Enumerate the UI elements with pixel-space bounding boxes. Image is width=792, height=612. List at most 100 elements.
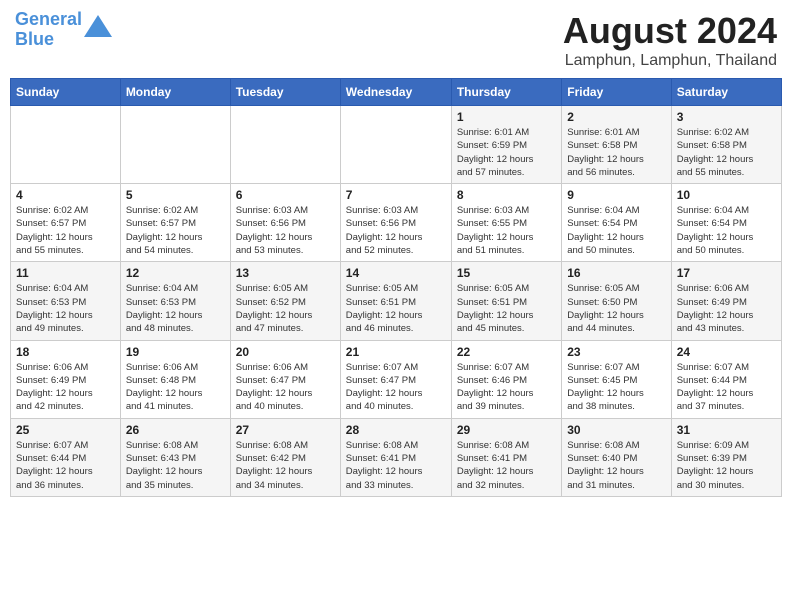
day-number: 19 <box>126 345 225 359</box>
day-number: 25 <box>16 423 115 437</box>
header-cell-thursday: Thursday <box>451 79 561 106</box>
day-info: Sunrise: 6:05 AM Sunset: 6:50 PM Dayligh… <box>567 282 665 335</box>
main-title: August 2024 <box>563 10 777 52</box>
day-info: Sunrise: 6:05 AM Sunset: 6:52 PM Dayligh… <box>236 282 335 335</box>
day-cell: 12 Sunrise: 6:04 AM Sunset: 6:53 PM Dayli… <box>120 262 230 340</box>
day-cell: 3Sunrise: 6:02 AM Sunset: 6:58 PM Daylig… <box>671 106 781 184</box>
day-number: 7 <box>346 188 446 202</box>
day-info: Sunrise: 6:01 AM Sunset: 6:59 PM Dayligh… <box>457 126 556 179</box>
day-info: Sunrise: 6:05 AM Sunset: 6:51 PM Dayligh… <box>346 282 446 335</box>
header-cell-wednesday: Wednesday <box>340 79 451 106</box>
day-cell: 7 Sunrise: 6:03 AM Sunset: 6:56 PM Daylig… <box>340 184 451 262</box>
day-number: 23 <box>567 345 665 359</box>
logo: GeneralBlue <box>15 10 112 50</box>
day-cell: 18 Sunrise: 6:06 AM Sunset: 6:49 PM Dayli… <box>11 340 121 418</box>
logo-icon <box>84 15 112 37</box>
day-number: 24 <box>677 345 776 359</box>
day-info: Sunrise: 6:06 AM Sunset: 6:47 PM Dayligh… <box>236 361 335 414</box>
header-cell-sunday: Sunday <box>11 79 121 106</box>
calendar-header: SundayMondayTuesdayWednesdayThursdayFrid… <box>11 79 782 106</box>
day-cell: 14 Sunrise: 6:05 AM Sunset: 6:51 PM Dayli… <box>340 262 451 340</box>
day-number: 30 <box>567 423 665 437</box>
day-info: Sunrise: 6:04 AM Sunset: 6:53 PM Dayligh… <box>16 282 115 335</box>
day-info: Sunrise: 6:07 AM Sunset: 6:44 PM Dayligh… <box>677 361 776 414</box>
day-number: 11 <box>16 266 115 280</box>
day-info: Sunrise: 6:04 AM Sunset: 6:53 PM Dayligh… <box>126 282 225 335</box>
day-info: Sunrise: 6:08 AM Sunset: 6:40 PM Dayligh… <box>567 439 665 492</box>
day-number: 31 <box>677 423 776 437</box>
calendar-table: SundayMondayTuesdayWednesdayThursdayFrid… <box>10 78 782 497</box>
day-cell: 5 Sunrise: 6:02 AM Sunset: 6:57 PM Daylig… <box>120 184 230 262</box>
week-row-4: 18 Sunrise: 6:06 AM Sunset: 6:49 PM Dayli… <box>11 340 782 418</box>
day-info: Sunrise: 6:06 AM Sunset: 6:49 PM Dayligh… <box>16 361 115 414</box>
day-info: Sunrise: 6:07 AM Sunset: 6:44 PM Dayligh… <box>16 439 115 492</box>
day-cell: 29 Sunrise: 6:08 AM Sunset: 6:41 PM Dayli… <box>451 418 561 496</box>
day-number: 5 <box>126 188 225 202</box>
day-number: 17 <box>677 266 776 280</box>
day-info: Sunrise: 6:07 AM Sunset: 6:46 PM Dayligh… <box>457 361 556 414</box>
day-cell: 31 Sunrise: 6:09 AM Sunset: 6:39 PM Dayli… <box>671 418 781 496</box>
day-info: Sunrise: 6:03 AM Sunset: 6:56 PM Dayligh… <box>236 204 335 257</box>
day-info: Sunrise: 6:01 AM Sunset: 6:58 PM Dayligh… <box>567 126 665 179</box>
header-cell-monday: Monday <box>120 79 230 106</box>
day-number: 4 <box>16 188 115 202</box>
day-info: Sunrise: 6:08 AM Sunset: 6:43 PM Dayligh… <box>126 439 225 492</box>
week-row-2: 4 Sunrise: 6:02 AM Sunset: 6:57 PM Daylig… <box>11 184 782 262</box>
day-number: 20 <box>236 345 335 359</box>
day-number: 6 <box>236 188 335 202</box>
day-number: 18 <box>16 345 115 359</box>
day-info: Sunrise: 6:08 AM Sunset: 6:41 PM Dayligh… <box>346 439 446 492</box>
day-number: 29 <box>457 423 556 437</box>
header-cell-tuesday: Tuesday <box>230 79 340 106</box>
day-info: Sunrise: 6:07 AM Sunset: 6:47 PM Dayligh… <box>346 361 446 414</box>
day-cell: 10 Sunrise: 6:04 AM Sunset: 6:54 PM Dayli… <box>671 184 781 262</box>
day-number: 28 <box>346 423 446 437</box>
day-info: Sunrise: 6:03 AM Sunset: 6:55 PM Dayligh… <box>457 204 556 257</box>
header-cell-friday: Friday <box>562 79 671 106</box>
day-cell <box>340 106 451 184</box>
day-cell: 26Sunrise: 6:08 AM Sunset: 6:43 PM Dayli… <box>120 418 230 496</box>
day-info: Sunrise: 6:09 AM Sunset: 6:39 PM Dayligh… <box>677 439 776 492</box>
logo-text: GeneralBlue <box>15 10 82 50</box>
day-cell: 30 Sunrise: 6:08 AM Sunset: 6:40 PM Dayli… <box>562 418 671 496</box>
week-row-5: 25 Sunrise: 6:07 AM Sunset: 6:44 PM Dayli… <box>11 418 782 496</box>
day-info: Sunrise: 6:03 AM Sunset: 6:56 PM Dayligh… <box>346 204 446 257</box>
day-number: 1 <box>457 110 556 124</box>
day-cell: 4Sunrise: 6:02 AM Sunset: 6:57 PM Daylig… <box>11 184 121 262</box>
day-number: 21 <box>346 345 446 359</box>
day-cell: 2 Sunrise: 6:01 AM Sunset: 6:58 PM Daylig… <box>562 106 671 184</box>
day-number: 22 <box>457 345 556 359</box>
header-row: SundayMondayTuesdayWednesdayThursdayFrid… <box>11 79 782 106</box>
day-cell: 6 Sunrise: 6:03 AM Sunset: 6:56 PM Daylig… <box>230 184 340 262</box>
day-cell: 1 Sunrise: 6:01 AM Sunset: 6:59 PM Daylig… <box>451 106 561 184</box>
day-cell: 15Sunrise: 6:05 AM Sunset: 6:51 PM Dayli… <box>451 262 561 340</box>
day-number: 10 <box>677 188 776 202</box>
day-number: 12 <box>126 266 225 280</box>
day-cell <box>120 106 230 184</box>
day-info: Sunrise: 6:08 AM Sunset: 6:41 PM Dayligh… <box>457 439 556 492</box>
day-cell: 19Sunrise: 6:06 AM Sunset: 6:48 PM Dayli… <box>120 340 230 418</box>
day-info: Sunrise: 6:08 AM Sunset: 6:42 PM Dayligh… <box>236 439 335 492</box>
day-number: 15 <box>457 266 556 280</box>
week-row-3: 11 Sunrise: 6:04 AM Sunset: 6:53 PM Dayli… <box>11 262 782 340</box>
day-cell: 17 Sunrise: 6:06 AM Sunset: 6:49 PM Dayli… <box>671 262 781 340</box>
day-cell: 21 Sunrise: 6:07 AM Sunset: 6:47 PM Dayli… <box>340 340 451 418</box>
day-info: Sunrise: 6:02 AM Sunset: 6:57 PM Dayligh… <box>126 204 225 257</box>
day-cell: 11 Sunrise: 6:04 AM Sunset: 6:53 PM Dayli… <box>11 262 121 340</box>
day-cell: 16 Sunrise: 6:05 AM Sunset: 6:50 PM Dayli… <box>562 262 671 340</box>
day-number: 16 <box>567 266 665 280</box>
day-info: Sunrise: 6:04 AM Sunset: 6:54 PM Dayligh… <box>567 204 665 257</box>
day-number: 9 <box>567 188 665 202</box>
day-cell: 8Sunrise: 6:03 AM Sunset: 6:55 PM Daylig… <box>451 184 561 262</box>
subtitle: Lamphun, Lamphun, Thailand <box>563 52 777 70</box>
day-cell: 20 Sunrise: 6:06 AM Sunset: 6:47 PM Dayli… <box>230 340 340 418</box>
day-cell <box>11 106 121 184</box>
day-info: Sunrise: 6:04 AM Sunset: 6:54 PM Dayligh… <box>677 204 776 257</box>
day-number: 14 <box>346 266 446 280</box>
day-cell: 23 Sunrise: 6:07 AM Sunset: 6:45 PM Dayli… <box>562 340 671 418</box>
day-cell: 9 Sunrise: 6:04 AM Sunset: 6:54 PM Daylig… <box>562 184 671 262</box>
day-info: Sunrise: 6:07 AM Sunset: 6:45 PM Dayligh… <box>567 361 665 414</box>
day-cell: 24 Sunrise: 6:07 AM Sunset: 6:44 PM Dayli… <box>671 340 781 418</box>
day-number: 2 <box>567 110 665 124</box>
day-info: Sunrise: 6:06 AM Sunset: 6:49 PM Dayligh… <box>677 282 776 335</box>
